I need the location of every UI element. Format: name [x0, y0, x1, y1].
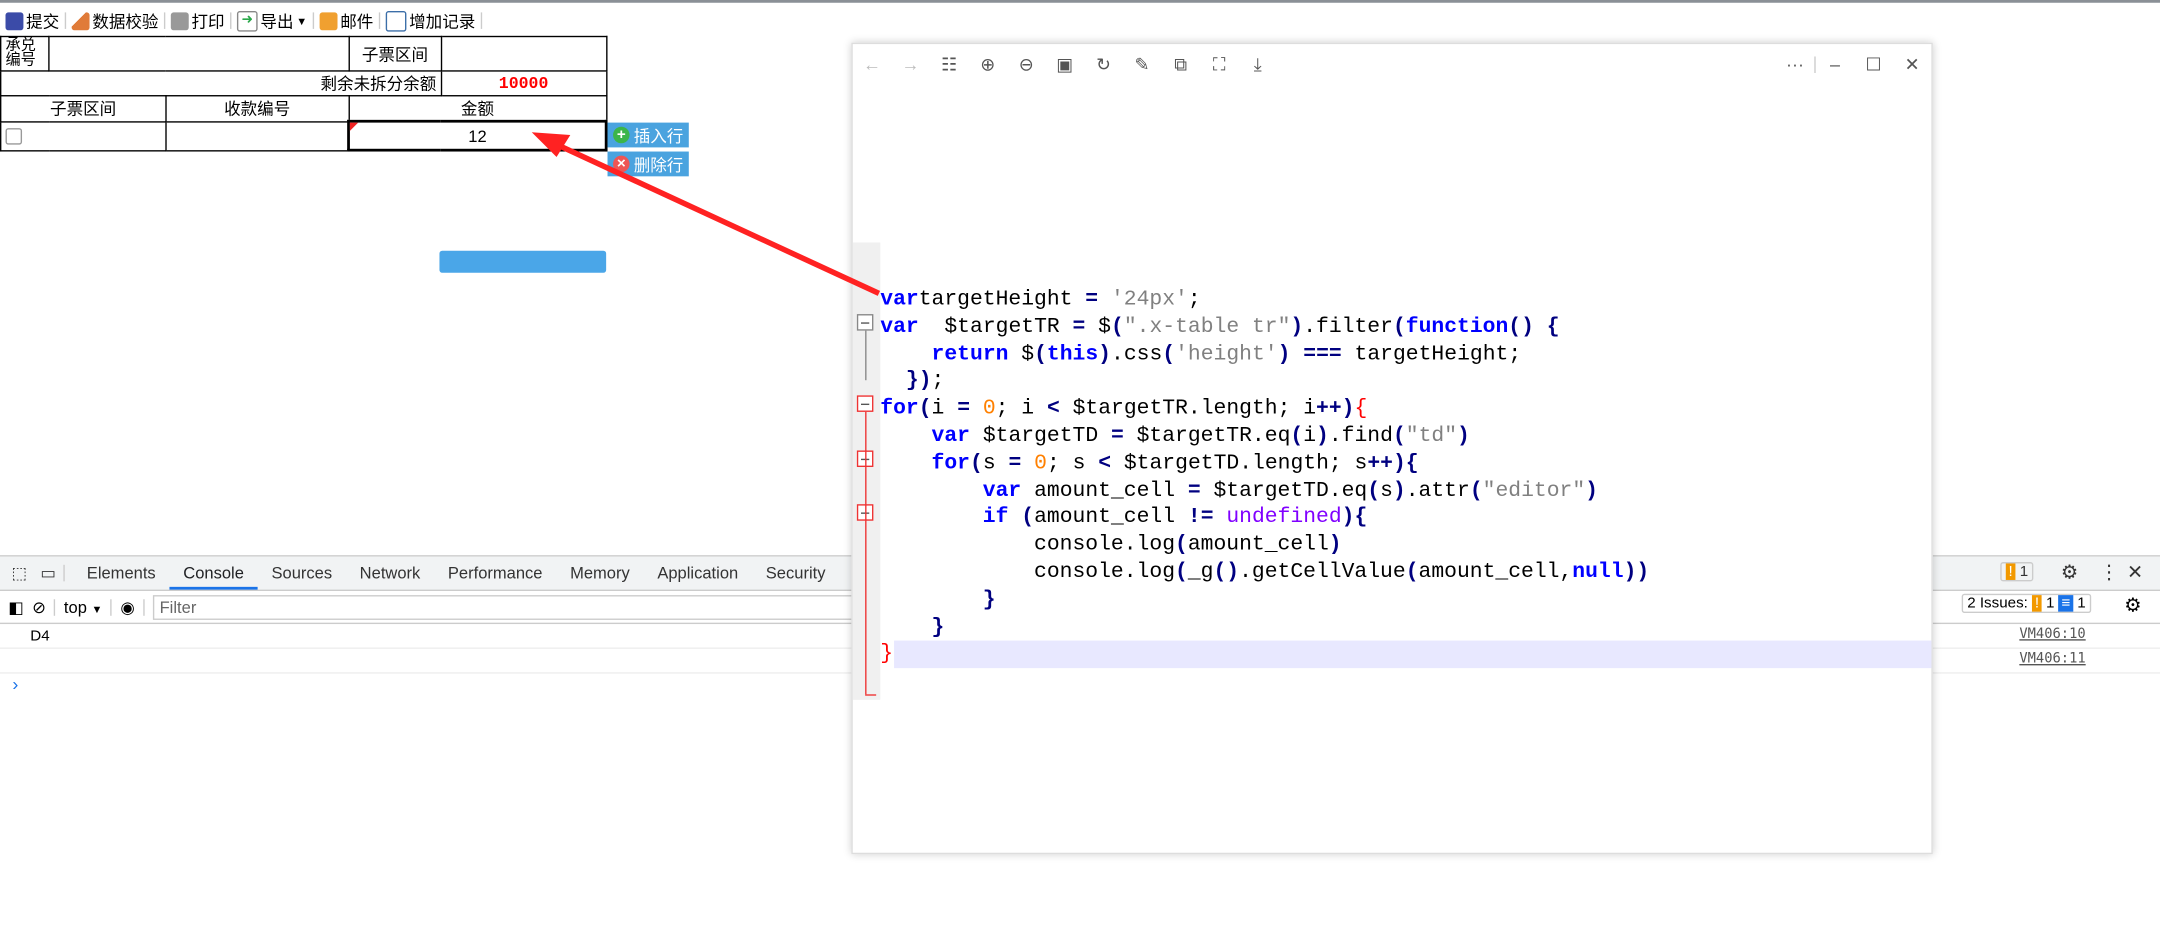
arrow-head-icon	[531, 132, 571, 158]
annotation-arrow	[531, 132, 881, 296]
arrow-shaft	[549, 139, 881, 296]
